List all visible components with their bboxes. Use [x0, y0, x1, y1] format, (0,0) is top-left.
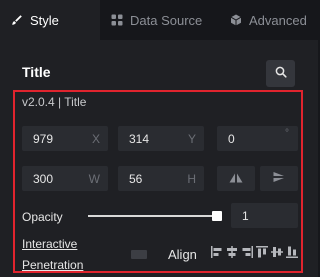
opacity-slider-thumb[interactable] [212, 211, 222, 221]
position-y-field[interactable]: 314 Y [118, 126, 204, 151]
rotation-value: 0 [228, 132, 235, 146]
flip-vertical-icon [273, 170, 285, 188]
flip-horizontal-icon [229, 170, 243, 188]
tab-data-source-label: Data Source [130, 12, 203, 28]
opacity-label: Opacity [22, 210, 63, 224]
width-field[interactable]: 300 W [22, 166, 108, 191]
tab-data-source[interactable]: Data Source [110, 0, 202, 40]
grid-icon [110, 13, 124, 27]
interactive-penetration-toggle[interactable] [131, 250, 147, 259]
component-version: v2.0.4 | Title [22, 95, 87, 109]
position-y-value: 314 [129, 132, 150, 146]
tab-bar: Style Data Source Advanced [0, 0, 318, 40]
align-bottom-icon[interactable] [286, 245, 298, 261]
position-x-label: X [91, 132, 100, 146]
position-x-field[interactable]: 979 X [22, 126, 108, 151]
cube-icon [229, 13, 243, 27]
tab-style-label: Style [30, 12, 59, 28]
opacity-slider-track[interactable] [88, 215, 218, 217]
search-icon [275, 65, 287, 83]
interactive-penetration-label-line2[interactable]: Penetration [22, 258, 83, 272]
tab-advanced[interactable]: Advanced [229, 0, 307, 40]
tab-advanced-label: Advanced [249, 12, 307, 28]
align-top-icon[interactable] [256, 245, 268, 261]
align-toolbar [211, 245, 298, 261]
interactive-penetration-label-line1[interactable]: Interactive [22, 237, 77, 251]
width-value: 300 [33, 172, 54, 186]
opacity-input[interactable]: 1 [231, 203, 298, 228]
position-y-label: Y [187, 132, 196, 146]
rotation-field[interactable]: 0 ° [217, 126, 298, 151]
height-value: 56 [129, 172, 143, 186]
align-center-vertical-icon[interactable] [271, 245, 283, 261]
position-x-value: 979 [33, 132, 54, 146]
rotation-unit: ° [285, 128, 289, 139]
tab-style[interactable]: Style [0, 0, 100, 40]
flip-horizontal-button[interactable] [217, 166, 255, 191]
brush-icon [10, 13, 24, 27]
opacity-value: 1 [242, 209, 249, 223]
align-right-icon[interactable] [241, 245, 253, 261]
search-button[interactable] [266, 60, 295, 87]
height-label: H [187, 172, 196, 186]
panel-title: Title [22, 64, 51, 80]
align-left-icon[interactable] [211, 245, 223, 261]
align-label: Align [168, 247, 197, 262]
flip-vertical-button[interactable] [260, 166, 298, 191]
align-center-horizontal-icon[interactable] [226, 245, 238, 261]
height-field[interactable]: 56 H [118, 166, 204, 191]
width-label: W [88, 172, 100, 186]
